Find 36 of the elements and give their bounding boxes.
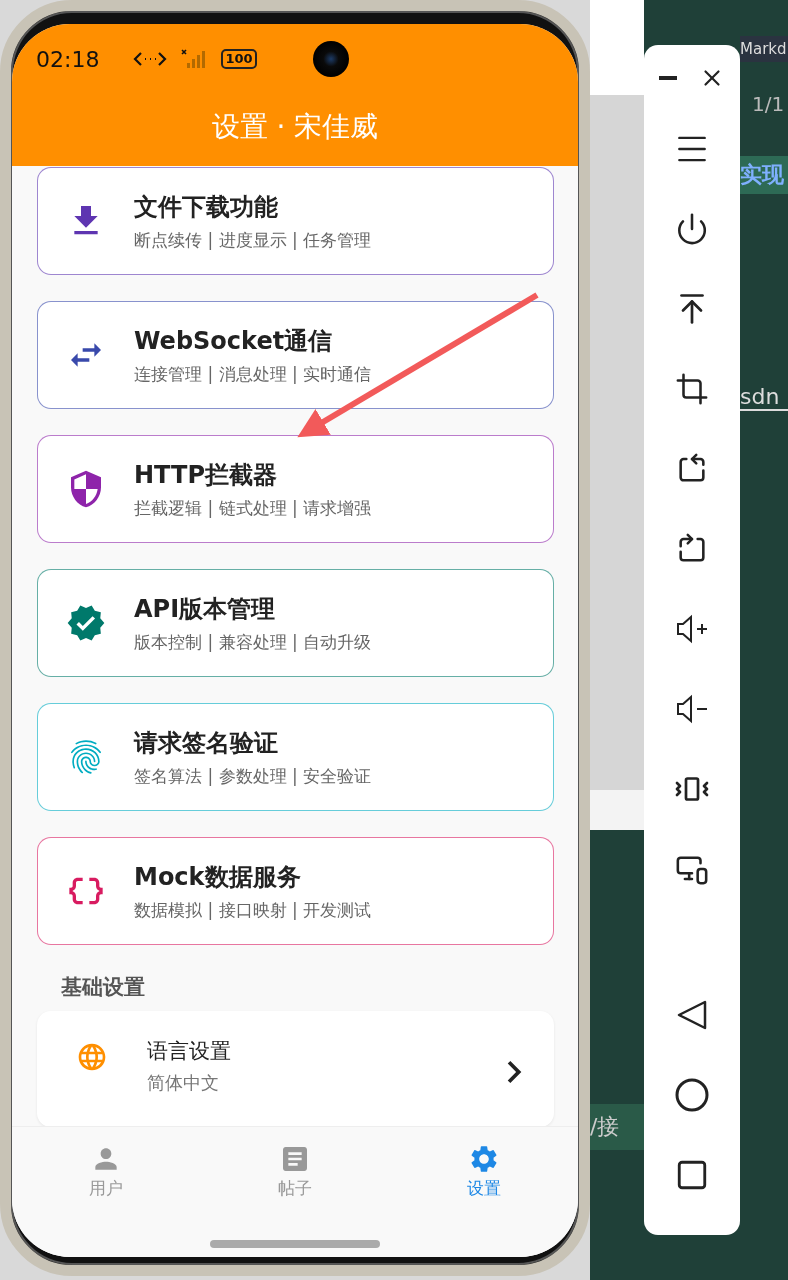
- section-title: 基础设置: [60, 974, 146, 1001]
- battery-level: 100: [221, 49, 257, 69]
- setting-value: 简体中文: [147, 1071, 220, 1095]
- page-title: 设置 · 宋佳威: [210, 109, 380, 145]
- feature-card[interactable]: API版本管理 版本控制 | 兼容处理 | 自动升级: [37, 569, 554, 677]
- feature-title: 请求签名验证: [134, 727, 279, 759]
- feature-subtitle: 数据模拟 | 接口映射 | 开发测试: [134, 898, 372, 922]
- setting-row[interactable]: 语言设置 简体中文: [37, 1011, 554, 1126]
- feature-title: WebSocket通信: [134, 325, 334, 357]
- feature-card[interactable]: HTTP拦截器 拦截逻辑 | 链式处理 | 请求增强: [37, 435, 554, 543]
- code-text: /接: [590, 1104, 644, 1150]
- feature-title: Mock数据服务: [134, 861, 302, 893]
- signal-icon: [181, 49, 208, 69]
- feature-card[interactable]: 请求签名验证 签名算法 | 参数处理 | 安全验证: [37, 703, 554, 811]
- status-time: 02:18: [36, 46, 100, 72]
- tab-label[interactable]: Markd: [740, 36, 788, 62]
- feature-subtitle: 版本控制 | 兼容处理 | 自动升级: [134, 630, 372, 654]
- minus-icon: [659, 76, 677, 80]
- data-transfer-icon: [133, 50, 168, 68]
- feature-subtitle: 拦截逻辑 | 链式处理 | 请求增强: [134, 496, 372, 520]
- link-text[interactable]: sdn: [740, 384, 788, 411]
- camera-cutout: [312, 41, 349, 77]
- feature-subtitle: 签名算法 | 参数处理 | 安全验证: [134, 764, 372, 788]
- setting-title: 语言设置: [147, 1038, 232, 1065]
- feature-card[interactable]: Mock数据服务 数据模拟 | 接口映射 | 开发测试: [37, 837, 554, 945]
- feature-title: API版本管理: [134, 593, 277, 625]
- feature-title: 文件下载功能: [134, 191, 279, 223]
- feature-title: HTTP拦截器: [134, 459, 278, 491]
- page-count: 1/1: [751, 92, 786, 116]
- globe-icon: [76, 1041, 108, 1073]
- feature-subtitle: 断点续传 | 进度显示 | 任务管理: [134, 228, 372, 252]
- feature-card[interactable]: 文件下载功能 断点续传 | 进度显示 | 任务管理: [37, 167, 554, 275]
- feature-card[interactable]: WebSocket通信 连接管理 | 消息处理 | 实时通信: [37, 301, 554, 409]
- nav-tab[interactable]: 设置: [423, 1143, 544, 1200]
- feature-subtitle: 连接管理 | 消息处理 | 实时通信: [134, 362, 372, 386]
- heading-text: 实现: [740, 156, 788, 194]
